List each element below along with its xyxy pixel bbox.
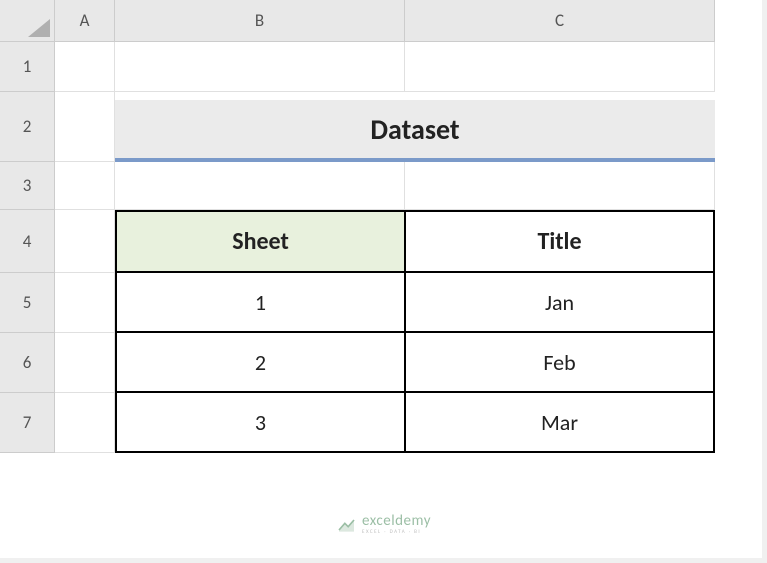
cell-a7[interactable] — [55, 393, 115, 453]
select-all-corner[interactable] — [0, 0, 55, 42]
cell-a3[interactable] — [55, 162, 115, 210]
row-header-6[interactable]: 6 — [0, 333, 55, 393]
row-header-7[interactable]: 7 — [0, 393, 55, 453]
table-cell-title-1[interactable]: Jan — [405, 273, 715, 333]
row-header-5[interactable]: 5 — [0, 273, 55, 333]
table-header-sheet[interactable]: Sheet — [115, 210, 405, 273]
col-header-a[interactable]: A — [55, 0, 115, 42]
cell-c3[interactable] — [405, 162, 715, 210]
frame-border-right — [762, 0, 767, 563]
cell-c1[interactable] — [405, 42, 715, 92]
table-cell-sheet-1[interactable]: 1 — [115, 273, 405, 333]
watermark-text-main: exceldemy — [362, 514, 431, 529]
table-cell-sheet-3[interactable]: 3 — [115, 393, 405, 453]
cell-a1[interactable] — [55, 42, 115, 92]
watermark-text-sub: EXCEL · DATA · BI — [362, 530, 431, 535]
cell-a5[interactable] — [55, 273, 115, 333]
table-cell-sheet-2[interactable]: 2 — [115, 333, 405, 393]
watermark: exceldemy EXCEL · DATA · BI — [336, 514, 431, 535]
table-cell-title-3[interactable]: Mar — [405, 393, 715, 453]
cell-b3[interactable] — [115, 162, 405, 210]
col-header-b[interactable]: B — [115, 0, 405, 42]
table-header-title[interactable]: Title — [405, 210, 715, 273]
cell-a6[interactable] — [55, 333, 115, 393]
watermark-logo-icon — [336, 515, 356, 535]
row-header-4[interactable]: 4 — [0, 210, 55, 273]
cell-a2[interactable] — [55, 92, 115, 162]
table-cell-title-2[interactable]: Feb — [405, 333, 715, 393]
row-header-3[interactable]: 3 — [0, 162, 55, 210]
frame-border-bottom — [0, 558, 767, 563]
cell-a4[interactable] — [55, 210, 115, 273]
spreadsheet-grid: A B C 1 2 Dataset 3 4 Sheet Title 5 1 Ja… — [0, 0, 767, 453]
row-header-2[interactable]: 2 — [0, 92, 55, 162]
row-header-1[interactable]: 1 — [0, 42, 55, 92]
dataset-title[interactable]: Dataset — [115, 100, 715, 162]
col-header-c[interactable]: C — [405, 0, 715, 42]
cell-b1[interactable] — [115, 42, 405, 92]
